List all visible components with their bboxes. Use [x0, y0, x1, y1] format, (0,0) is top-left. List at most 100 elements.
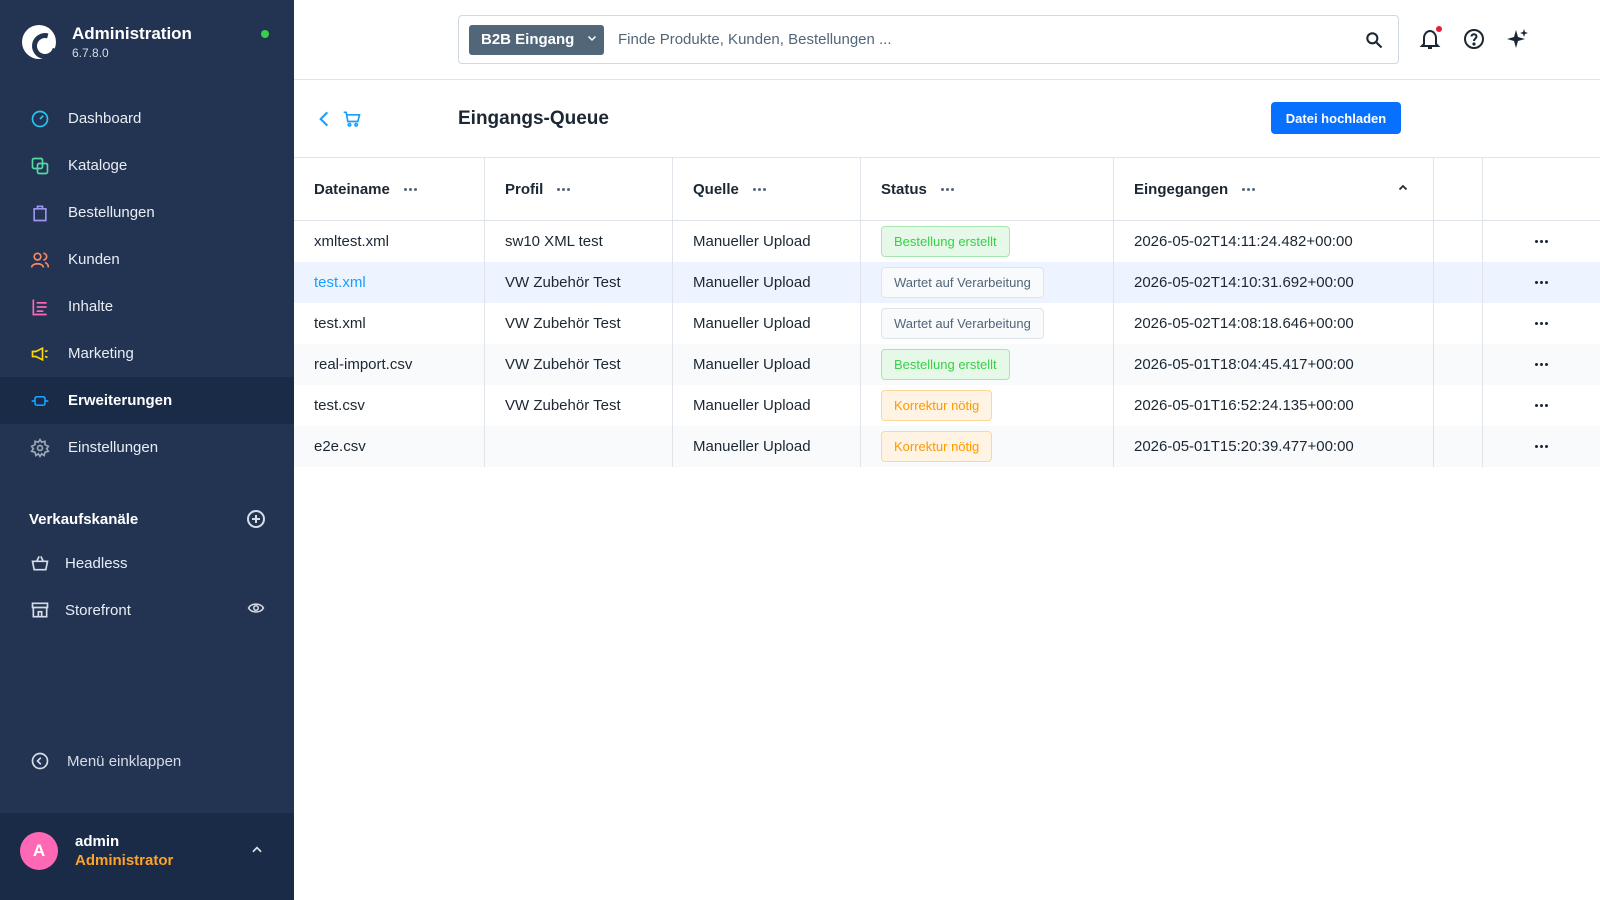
- nav-item-einstellungen[interactable]: Einstellungen: [0, 424, 294, 471]
- chevron-left-icon[interactable]: [316, 109, 332, 134]
- filename-link[interactable]: e2e.csv: [314, 438, 366, 455]
- column-header-source[interactable]: Quelle: [673, 158, 861, 220]
- column-header-filename[interactable]: Dateiname: [294, 158, 485, 220]
- sales-channels-title: Verkaufskanäle: [29, 510, 139, 528]
- notifications-bell-icon[interactable]: [1418, 26, 1442, 51]
- chevron-up-icon[interactable]: [250, 843, 264, 862]
- received-timestamp: 2026-05-02T14:10:31.692+00:00: [1134, 274, 1354, 291]
- upload-file-button[interactable]: Datei hochladen: [1271, 102, 1401, 134]
- cell-spacer: [1434, 344, 1483, 385]
- nav-item-marketing[interactable]: Marketing: [0, 330, 294, 377]
- filename-link[interactable]: test.xml: [314, 315, 366, 332]
- cell-actions: [1483, 385, 1600, 426]
- column-menu-icon[interactable]: [557, 187, 571, 191]
- nav-item-kataloge[interactable]: Kataloge: [0, 142, 294, 189]
- shopware-logo-icon: [22, 25, 56, 59]
- column-menu-icon[interactable]: [752, 187, 766, 191]
- sort-ascending-icon[interactable]: [1397, 181, 1409, 198]
- status-badge: Bestellung erstellt: [881, 349, 1010, 380]
- table-row[interactable]: test.xml VW Zubehör Test Manueller Upload W…: [294, 262, 1600, 303]
- nav-label: Kunden: [68, 251, 120, 268]
- nav-item-inhalte[interactable]: Inhalte: [0, 283, 294, 330]
- column-menu-icon[interactable]: [403, 187, 417, 191]
- collapse-menu-button[interactable]: Menü einklappen: [29, 750, 181, 772]
- content-icon: [29, 296, 51, 318]
- sidebar: Administration 6.7.8.0 Dashboard Katalog…: [0, 0, 294, 900]
- search-input[interactable]: [618, 31, 1338, 48]
- add-sales-channel-icon[interactable]: [247, 510, 265, 528]
- filename-link[interactable]: test.xml: [314, 274, 366, 291]
- received-timestamp: 2026-05-02T14:11:24.482+00:00: [1134, 233, 1353, 250]
- nav-item-erweiterungen[interactable]: Erweiterungen: [0, 377, 294, 424]
- nav-item-kunden[interactable]: Kunden: [0, 236, 294, 283]
- filename-link[interactable]: xmltest.xml: [314, 233, 389, 250]
- sales-channel-headless[interactable]: Headless: [29, 551, 265, 575]
- cell-received: 2026-05-01T15:20:39.477+00:00: [1114, 426, 1434, 467]
- cell-filename[interactable]: real-import.csv: [294, 344, 485, 385]
- cell-actions: [1483, 303, 1600, 344]
- nav-label: Kataloge: [68, 157, 128, 174]
- cell-filename[interactable]: xmltest.xml: [294, 221, 485, 262]
- nav-label: Inhalte: [68, 298, 114, 315]
- cell-status: Bestellung erstellt: [861, 221, 1114, 262]
- column-header-status[interactable]: Status: [861, 158, 1114, 220]
- column-title: Status: [881, 180, 927, 198]
- column-title: Quelle: [693, 180, 739, 198]
- cell-profile: VW Zubehör Test: [485, 262, 673, 303]
- table-row[interactable]: test.xml VW Zubehör Test Manueller Upload W…: [294, 303, 1600, 344]
- filename-link[interactable]: test.csv: [314, 397, 365, 414]
- nav-item-dashboard[interactable]: Dashboard: [0, 95, 294, 142]
- profile-text: sw10 XML test: [505, 233, 603, 250]
- table-row[interactable]: test.csv VW Zubehör Test Manueller Upload K…: [294, 385, 1600, 426]
- column-menu-icon[interactable]: [940, 187, 954, 191]
- row-actions-icon[interactable]: [1535, 363, 1548, 366]
- filename-link[interactable]: real-import.csv: [314, 356, 412, 373]
- sales-channel-storefront[interactable]: Storefront: [29, 598, 265, 622]
- cell-received: 2026-05-02T14:10:31.692+00:00: [1114, 262, 1434, 303]
- table-row[interactable]: xmltest.xml sw10 XML test Manueller Upload…: [294, 221, 1600, 262]
- notification-indicator: [1436, 26, 1442, 32]
- search-icon[interactable]: [1364, 30, 1384, 55]
- column-header-profile[interactable]: Profil: [485, 158, 673, 220]
- nav-label: Dashboard: [68, 110, 142, 127]
- source-text: Manueller Upload: [693, 233, 811, 250]
- column-menu-icon[interactable]: [1242, 187, 1256, 191]
- search-type-select[interactable]: B2B Eingang: [469, 24, 604, 55]
- cell-filename[interactable]: test.xml: [294, 262, 485, 303]
- search-type-label: B2B Eingang: [481, 31, 575, 48]
- cell-spacer: [1434, 262, 1483, 303]
- global-search: B2B Eingang: [458, 15, 1399, 64]
- row-actions-icon[interactable]: [1535, 404, 1548, 407]
- cell-filename[interactable]: test.csv: [294, 385, 485, 426]
- cell-filename[interactable]: e2e.csv: [294, 426, 485, 467]
- row-actions-icon[interactable]: [1535, 322, 1548, 325]
- ai-sparkle-icon[interactable]: [1506, 27, 1530, 51]
- help-icon[interactable]: [1462, 27, 1486, 51]
- user-menu[interactable]: A admin Administrator: [0, 813, 294, 900]
- cell-profile: VW Zubehör Test: [485, 303, 673, 344]
- nav-item-bestellungen[interactable]: Bestellungen: [0, 189, 294, 236]
- app-title: Administration: [72, 24, 192, 43]
- cell-received: 2026-05-02T14:11:24.482+00:00: [1114, 221, 1434, 262]
- chevron-left-circle-icon: [29, 750, 51, 772]
- nav-label: Bestellungen: [68, 204, 155, 221]
- eye-icon[interactable]: [247, 599, 265, 621]
- extensions-icon: [29, 390, 51, 412]
- row-actions-icon[interactable]: [1535, 445, 1548, 448]
- cell-filename[interactable]: test.xml: [294, 303, 485, 344]
- cell-actions: [1483, 344, 1600, 385]
- sales-channels-header: Verkaufskanäle: [29, 510, 265, 528]
- settings-icon: [29, 437, 51, 459]
- table-row[interactable]: e2e.csv Manueller Upload Korrektur nötig 20…: [294, 426, 1600, 467]
- source-text: Manueller Upload: [693, 397, 811, 414]
- table-row[interactable]: real-import.csv VW Zubehör Test Manueller …: [294, 344, 1600, 385]
- chevron-down-icon: [586, 31, 598, 48]
- avatar: A: [20, 832, 58, 870]
- column-header-received[interactable]: Eingegangen: [1114, 158, 1434, 220]
- column-title: Eingegangen: [1134, 180, 1229, 198]
- row-actions-icon[interactable]: [1535, 240, 1548, 243]
- column-header-actions: [1483, 158, 1600, 220]
- row-actions-icon[interactable]: [1535, 281, 1548, 284]
- brand[interactable]: Administration 6.7.8.0: [22, 24, 192, 60]
- received-timestamp: 2026-05-01T15:20:39.477+00:00: [1134, 438, 1354, 455]
